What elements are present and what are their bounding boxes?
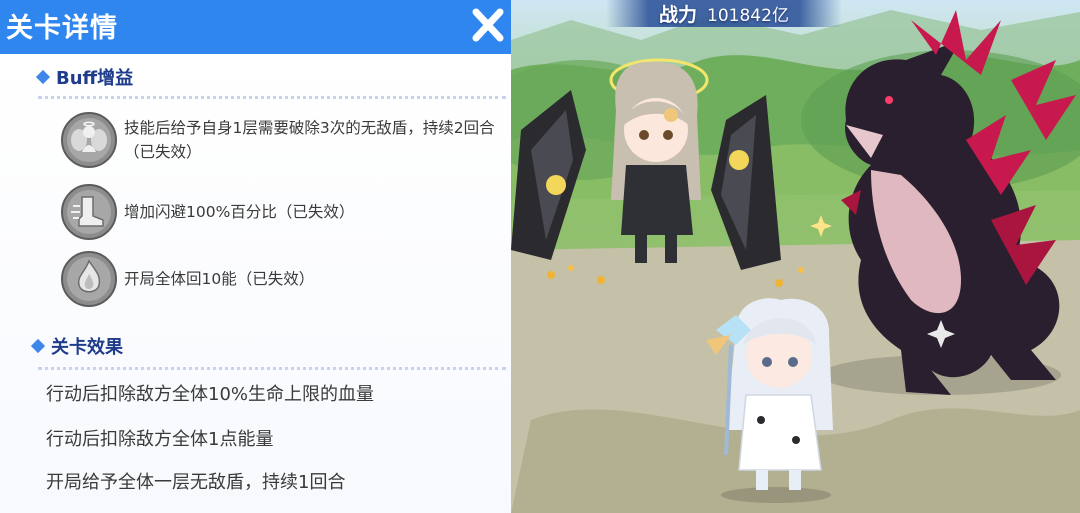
combat-power-label: 战力	[659, 4, 698, 26]
effect-section-title-text: 关卡效果	[51, 337, 123, 358]
buff-item-text: 增加闪避100%百分比（已失效）	[124, 203, 355, 221]
panel-title: 关卡详情	[6, 13, 118, 44]
stage-detail-panel: 关卡详情 Buff增益 技能后给予自身1层需要破除3次的无敌盾，持续2回合（已失…	[0, 0, 511, 513]
battle-scene: 战力 101842亿	[511, 0, 1080, 513]
close-button[interactable]	[469, 3, 507, 47]
boot-icon	[61, 184, 117, 240]
stage-effect-item: 行动后扣除敌方全体1点能量	[46, 429, 274, 450]
combat-power-value: 101842亿	[707, 6, 789, 26]
angel-icon	[61, 112, 117, 168]
effect-section-title: 关卡效果	[30, 333, 123, 359]
buff-item-text: 开局全体回10能（已失效）	[124, 270, 315, 288]
buff-section-title: Buff增益	[35, 64, 134, 90]
diamond-bullet-icon	[30, 338, 46, 354]
stage-effect-item: 行动后扣除敌方全体10%生命上限的血量	[46, 384, 375, 405]
battle-scene-art	[511, 10, 1080, 513]
combat-power-bar: 战力 101842亿	[606, 0, 842, 27]
buff-item: 开局全体回10能（已失效）	[60, 250, 504, 308]
section-divider	[38, 367, 506, 370]
section-divider	[38, 96, 506, 99]
diamond-bullet-icon	[35, 69, 51, 85]
buff-item-text: 技能后给予自身1层需要破除3次的无敌盾，持续2回合（已失效）	[124, 119, 495, 161]
energy-flame-icon	[61, 251, 117, 307]
buff-section-title-text: Buff增益	[56, 68, 134, 89]
panel-header: 关卡详情	[0, 0, 511, 56]
buff-item: 增加闪避100%百分比（已失效）	[60, 183, 504, 241]
buff-item: 技能后给予自身1层需要破除3次的无敌盾，持续2回合（已失效）	[60, 111, 504, 169]
close-icon	[472, 8, 504, 42]
stage-effect-item: 开局给予全体一层无敌盾，持续1回合	[46, 472, 346, 493]
